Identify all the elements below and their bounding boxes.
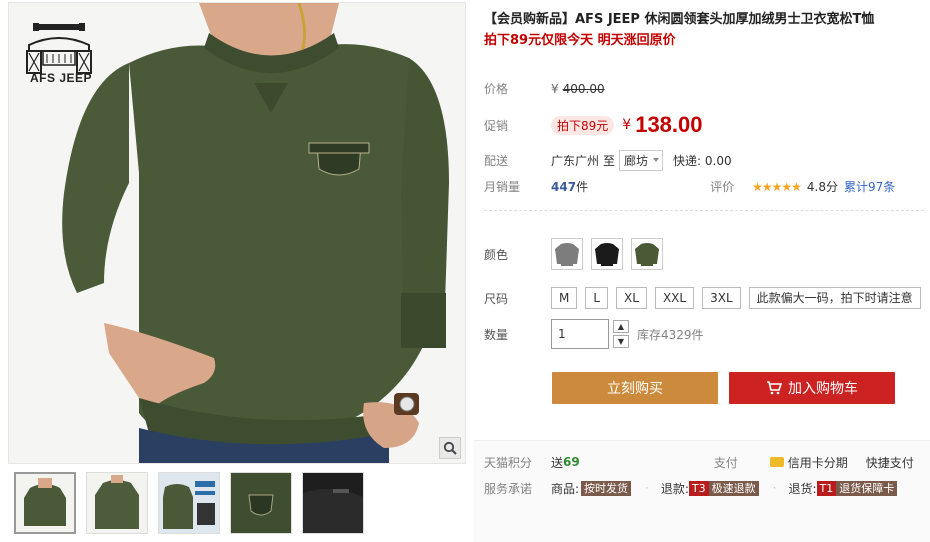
color-row: 颜色 — [484, 238, 663, 270]
thumbnail-5[interactable] — [302, 472, 364, 534]
monthly-sales-count: 447 — [551, 179, 577, 194]
goods-tag[interactable]: 按时发货 — [581, 480, 632, 496]
sweater-icon — [635, 243, 659, 266]
rating-label: 评价 — [710, 180, 735, 194]
thumbnail-3[interactable] — [158, 472, 220, 534]
return-tag[interactable]: 退货保障卡 — [836, 480, 898, 496]
price-label: 价格 — [484, 82, 509, 96]
services: 天猫积分 送 69 支付 信用卡分期 快捷支付 服务承诺 商品: 按时发货 · … — [484, 450, 924, 500]
add-to-cart-label: 加入购物车 — [788, 381, 858, 397]
original-price: 400.00 — [562, 81, 605, 96]
points-label: 天猫积分 — [484, 455, 533, 470]
separator-dot: · — [645, 481, 649, 495]
color-swatch-grey[interactable] — [551, 238, 583, 270]
quantity-increase-button[interactable]: ▲ — [613, 320, 629, 333]
thumbnail-4[interactable] — [230, 472, 292, 534]
pay-label: 支付 — [713, 455, 738, 470]
thumbnail-1[interactable] — [14, 472, 76, 534]
credit-card-icon — [769, 457, 784, 467]
points-value: 69 — [563, 455, 580, 469]
size-option[interactable]: 此款偏大一码，拍下时请注意 — [748, 287, 921, 309]
goods-label: 商品: — [551, 481, 580, 496]
divider — [484, 210, 924, 211]
product-info: 【会员购新品】AFS JEEP 休闲圆领套头加厚加绒男士卫衣宽松T恤 拍下89元… — [484, 10, 924, 51]
product-title: 【会员购新品】AFS JEEP 休闲圆领套头加厚加绒男士卫衣宽松T恤 — [484, 12, 875, 27]
size-option[interactable]: M — [551, 287, 578, 309]
return-label: 退货: — [788, 481, 817, 496]
size-label: 尺码 — [484, 291, 509, 306]
monthly-sales-label: 月销量 — [484, 180, 521, 194]
color-label: 颜色 — [484, 247, 509, 262]
refund-tag[interactable]: 极速退款 — [708, 480, 759, 496]
sales-row: 月销量 447 件 评价 ★★★★★ 4.8分 累计97条 — [484, 178, 895, 195]
monthly-sales-unit: 件 — [576, 180, 589, 194]
color-swatches — [551, 238, 663, 270]
promo-row: 促销 拍下89元 ¥ 138.00 — [484, 112, 703, 138]
shipping-row: 配送 广东广州 至 廊坊 快递: 0.00 — [484, 150, 732, 171]
ship-from: 广东广州 — [551, 154, 600, 168]
color-swatch-black[interactable] — [591, 238, 623, 270]
return-code: T1 — [816, 480, 837, 496]
current-price-currency: ¥ — [622, 117, 632, 133]
quantity-stepper: ▲ ▼ — [613, 320, 629, 348]
city-select[interactable]: 廊坊 — [619, 150, 664, 171]
size-options: M L XL XXL 3XL 此款偏大一码，拍下时请注意 — [551, 287, 921, 309]
express-fee: 快递: 0.00 — [673, 154, 732, 168]
sweater-icon — [595, 243, 619, 266]
quantity-row: 数量 ▲ ▼ 库存4329件 — [484, 319, 704, 349]
size-option[interactable]: XXL — [654, 287, 695, 309]
promise-label: 服务承诺 — [484, 481, 533, 496]
quantity-label: 数量 — [484, 327, 509, 342]
promise-row: 服务承诺 商品: 按时发货 · 退款: T3 极速退款 · 退货: T1 退货保… — [484, 476, 924, 500]
chevron-down-icon — [653, 158, 660, 162]
promo-label: 促销 — [484, 118, 509, 133]
size-option[interactable]: XL — [616, 287, 647, 309]
add-to-cart-button[interactable]: 加入购物车 — [729, 372, 895, 404]
review-count-link[interactable]: 累计97条 — [844, 178, 895, 195]
size-option[interactable]: 3XL — [702, 287, 741, 309]
points-row: 天猫积分 送 69 支付 信用卡分期 快捷支付 — [484, 450, 924, 474]
quantity-decrease-button[interactable]: ▼ — [613, 335, 629, 348]
size-row: 尺码 M L XL XXL 3XL 此款偏大一码，拍下时请注意 — [484, 287, 921, 309]
refund-label: 退款: — [660, 481, 689, 496]
promo-tag: 拍下89元 — [551, 115, 615, 135]
buy-now-button[interactable]: 立刻购买 — [552, 372, 718, 404]
thumbnail-2[interactable] — [86, 472, 148, 534]
separator-dot: · — [772, 481, 777, 495]
quantity-input[interactable] — [551, 319, 609, 349]
brand-logo-text: AFS JEEP — [29, 71, 93, 85]
sweater-icon — [555, 243, 579, 266]
rating-score: 4.8分 — [806, 180, 838, 194]
city-value: 廊坊 — [624, 154, 649, 168]
current-price: 138.00 — [635, 112, 703, 137]
thumbnail-strip — [14, 472, 364, 536]
quick-pay[interactable]: 快捷支付 — [866, 454, 914, 471]
cart-icon — [767, 381, 782, 395]
price-currency: ¥ — [551, 81, 559, 96]
star-icon: ★★★★★ — [752, 179, 802, 194]
ship-to-word: 至 — [603, 154, 616, 168]
size-option[interactable]: L — [585, 287, 609, 309]
zoom-icon — [443, 441, 457, 455]
shipping-label: 配送 — [484, 154, 509, 168]
points-prefix: 送 — [551, 455, 564, 470]
refund-code: T3 — [688, 480, 709, 496]
credit-installment[interactable]: 信用卡分期 — [788, 454, 848, 471]
stock-count: 库存4329件 — [637, 327, 704, 342]
zoom-button[interactable] — [439, 437, 461, 459]
price-row: 价格 ¥ 400.00 — [484, 80, 605, 97]
promo-line: 拍下89元仅限今天 明天涨回原价 — [484, 33, 676, 48]
buy-now-label: 立刻购买 — [607, 381, 663, 397]
color-swatch-army-green[interactable] — [631, 238, 663, 270]
product-gallery: AFS JEEP — [8, 2, 466, 464]
